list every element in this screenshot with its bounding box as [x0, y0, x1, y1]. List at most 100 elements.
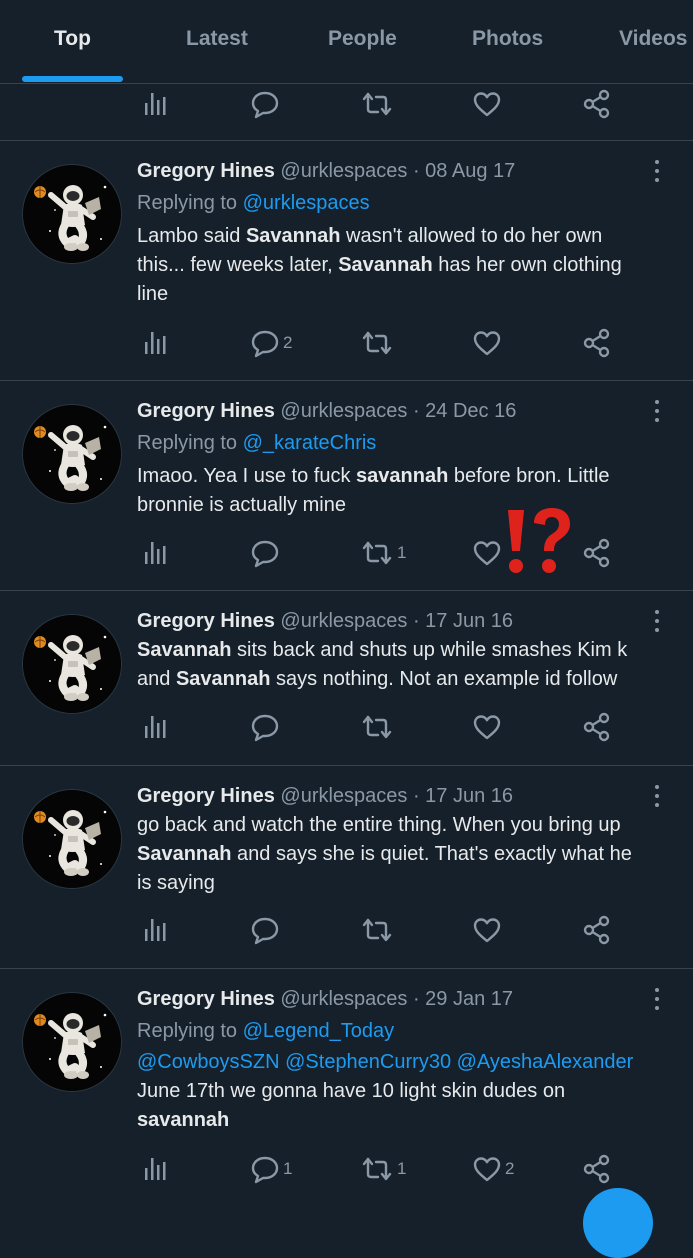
share-icon: [583, 1154, 610, 1184]
share-button[interactable]: [582, 538, 612, 568]
analytics-icon: [145, 93, 166, 115]
like-icon: [473, 918, 501, 943]
share-button[interactable]: [582, 89, 612, 119]
share-button[interactable]: [582, 328, 612, 358]
author-handle-date: @urklespaces · 24 Dec 16: [280, 400, 517, 422]
reply-button[interactable]: [250, 538, 283, 568]
astronaut-avatar-image: [23, 405, 121, 503]
avatar[interactable]: [22, 992, 122, 1092]
analytics-button[interactable]: [142, 915, 172, 945]
share-button[interactable]: [582, 915, 612, 945]
more-icon: [652, 785, 662, 807]
author-handle-date: @urklespaces · 08 Aug 17: [280, 160, 516, 182]
tweet-text: Lambo said Savannah wasn't allowed to do…: [137, 225, 622, 305]
author-name[interactable]: Gregory Hines: [137, 988, 275, 1010]
analytics-icon: [145, 332, 166, 354]
retweet-count: 1: [397, 543, 407, 562]
retweet-button[interactable]: [360, 712, 397, 742]
author-name[interactable]: Gregory Hines: [137, 160, 275, 182]
tab-photos[interactable]: Photos: [472, 27, 543, 51]
more-options-button[interactable]: [652, 400, 662, 426]
like-icon: [473, 331, 501, 356]
tweet-actions: [0, 915, 693, 945]
tweet[interactable]: Gregory Hines @urklespaces · 24 Dec 16 R…: [0, 380, 693, 590]
tweet-actions: [0, 712, 693, 742]
analytics-button[interactable]: [142, 712, 172, 742]
more-options-button[interactable]: [652, 160, 662, 186]
share-button[interactable]: [582, 1154, 612, 1184]
tweet-actions: 2: [0, 328, 693, 358]
astronaut-avatar-image: [23, 993, 121, 1091]
like-count: 2: [505, 1159, 515, 1178]
reply-icon: [251, 1156, 279, 1184]
mention-link[interactable]: @urklespaces: [243, 192, 370, 214]
share-icon: [583, 538, 610, 568]
avatar[interactable]: [22, 614, 122, 714]
retweet-button[interactable]: [360, 915, 397, 945]
analytics-button[interactable]: [142, 538, 172, 568]
avatar[interactable]: [22, 404, 122, 504]
tweet[interactable]: Gregory Hines @urklespaces · 29 Jan 17 R…: [0, 968, 693, 1200]
tweet-header: Gregory Hines @urklespaces · 24 Dec 16: [137, 400, 516, 423]
tweet[interactable]: Gregory Hines @urklespaces · 17 Jun 16 g…: [0, 765, 693, 968]
compose-button[interactable]: [583, 1188, 653, 1258]
like-button[interactable]: [472, 89, 502, 119]
share-button[interactable]: [582, 712, 612, 742]
avatar[interactable]: [22, 789, 122, 889]
author-name[interactable]: Gregory Hines: [137, 785, 275, 807]
more-options-button[interactable]: [652, 988, 662, 1014]
like-button[interactable]: [472, 712, 505, 742]
tab-people[interactable]: People: [328, 27, 397, 51]
more-options-button[interactable]: [652, 610, 662, 636]
tweet-header: Gregory Hines @urklespaces · 29 Jan 17: [137, 988, 513, 1011]
active-tab-indicator: [22, 76, 123, 82]
tab-latest[interactable]: Latest: [186, 27, 248, 51]
mention-links[interactable]: @CowboysSZN @StephenCurry30 @AyeshaAlexa…: [137, 1051, 633, 1073]
tweet-text: @CowboysSZN @StephenCurry30 @AyeshaAlexa…: [137, 1051, 634, 1131]
tweet-actions: [0, 89, 693, 119]
like-button[interactable]: [472, 328, 505, 358]
retweet-button[interactable]: [360, 89, 394, 119]
tweet-text: Imaoo. Yea I use to fuck savannah before…: [137, 465, 610, 516]
author-name[interactable]: Gregory Hines: [137, 400, 275, 422]
reply-button[interactable]: [250, 89, 280, 119]
like-button[interactable]: [472, 915, 505, 945]
more-icon: [652, 988, 662, 1010]
exclamation-question-icon: [508, 508, 570, 573]
analytics-icon: [145, 542, 166, 564]
tweet[interactable]: Gregory Hines @urklespaces · 17 Jun 16 S…: [0, 590, 693, 765]
retweet-button[interactable]: [360, 328, 397, 358]
reply-button[interactable]: [250, 915, 283, 945]
analytics-icon: [145, 716, 166, 738]
reply-button[interactable]: 1: [250, 1154, 292, 1184]
reply-icon: [251, 91, 279, 119]
more-icon: [652, 610, 662, 632]
analytics-icon: [145, 919, 166, 941]
retweet-icon: [362, 541, 392, 565]
reply-icon: [251, 540, 279, 568]
mention-link[interactable]: @Legend_Today: [243, 1020, 395, 1042]
author-handle-date: @urklespaces · 29 Jan 17: [280, 988, 514, 1010]
avatar[interactable]: [22, 164, 122, 264]
tab-top[interactable]: Top: [54, 27, 91, 51]
tab-videos[interactable]: Videos: [619, 27, 687, 51]
author-handle-date: @urklespaces · 17 Jun 16: [280, 785, 514, 807]
retweet-icon: [362, 331, 392, 355]
tweet[interactable]: Gregory Hines @urklespaces · 08 Aug 17 R…: [0, 140, 693, 380]
like-button[interactable]: [472, 538, 505, 568]
retweet-button[interactable]: 1: [360, 1154, 406, 1184]
analytics-button[interactable]: [142, 328, 172, 358]
more-options-button[interactable]: [652, 785, 662, 811]
retweet-button[interactable]: 1: [360, 538, 406, 568]
reply-button[interactable]: 2: [250, 328, 292, 358]
tweet-actions: 1: [0, 538, 693, 568]
like-button[interactable]: 2: [472, 1154, 514, 1184]
author-name[interactable]: Gregory Hines: [137, 610, 275, 632]
like-icon: [473, 92, 501, 117]
tweet-header: Gregory Hines @urklespaces · 17 Jun 16: [137, 785, 513, 808]
tweet-text: Savannah sits back and shuts up while sm…: [137, 639, 628, 690]
reply-button[interactable]: [250, 712, 283, 742]
mention-link[interactable]: @_karateChris: [243, 432, 377, 454]
analytics-button[interactable]: [142, 89, 172, 119]
analytics-button[interactable]: [142, 1154, 172, 1184]
